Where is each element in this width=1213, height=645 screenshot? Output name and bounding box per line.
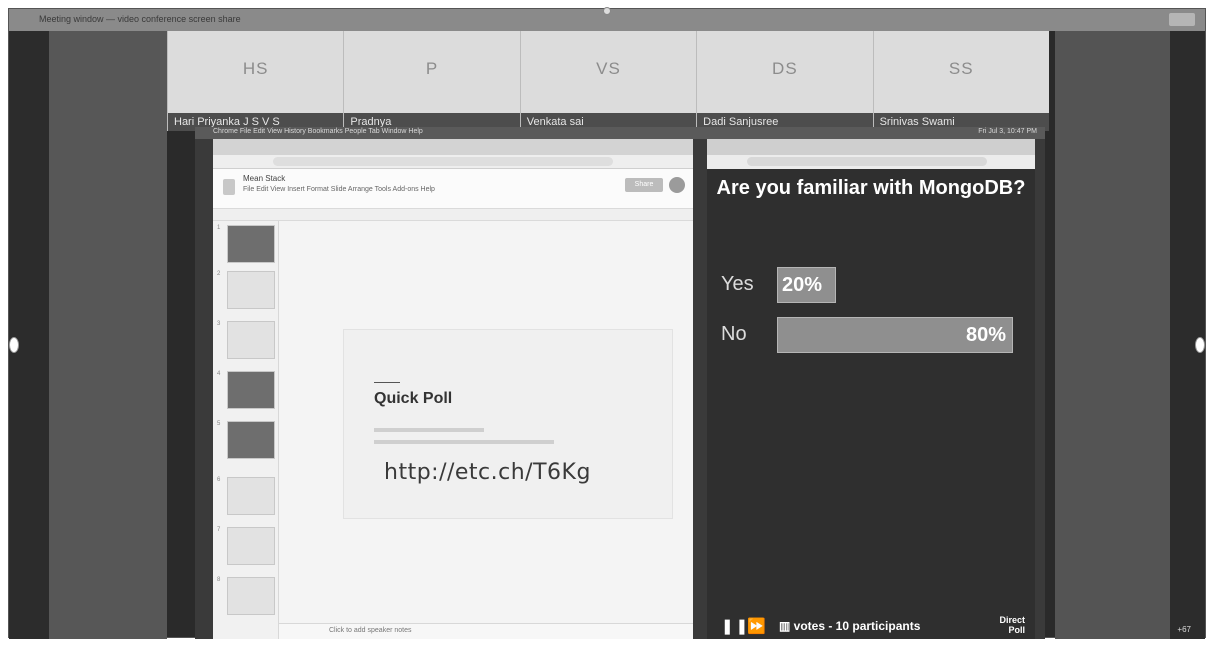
- slide-thumbnail[interactable]: [227, 225, 275, 263]
- poll-link[interactable]: http://etc.ch/T6Kg: [384, 460, 591, 485]
- participant-tile[interactable]: SS Srinivas Swami: [872, 31, 1049, 131]
- slide-number: 8: [217, 577, 221, 583]
- window-controls-button[interactable]: [1169, 13, 1195, 26]
- slide-thumbnail[interactable]: [227, 321, 275, 359]
- slides-browser-window: Mean Stack File Edit View Insert Format …: [213, 139, 693, 639]
- speaker-notes-placeholder: Click to add speaker notes: [329, 627, 412, 634]
- pause-icon[interactable]: ❚❚: [721, 617, 750, 635]
- camera-notch: [603, 7, 611, 15]
- votes-count: ▥ votes - 10 participants: [779, 619, 920, 633]
- slide-thumbnail[interactable]: [227, 527, 275, 565]
- address-bar[interactable]: [213, 155, 693, 169]
- slide-thumbnails: 1 2 3 4 5 6 7 8: [213, 221, 279, 639]
- slide-thumbnail[interactable]: [227, 477, 275, 515]
- browser-tabs[interactable]: [213, 139, 693, 155]
- url-field[interactable]: [273, 157, 613, 166]
- fast-forward-icon[interactable]: ⏩: [747, 617, 766, 635]
- overflow-participants-badge[interactable]: +67: [1177, 625, 1191, 634]
- slide-text-line: [374, 440, 554, 444]
- slide-number: 6: [217, 477, 221, 483]
- mac-menu-items: Chrome File Edit View History Bookmarks …: [213, 128, 423, 135]
- participant-initials: DS: [772, 59, 798, 78]
- participant-initials: P: [425, 59, 439, 78]
- mac-status-clock: Fri Jul 3, 10:47 PM: [978, 128, 1037, 135]
- poll-question: Are you familiar with MongoDB?: [716, 177, 1026, 199]
- speaker-notes[interactable]: Click to add speaker notes: [279, 623, 693, 639]
- slide-thumbnail[interactable]: [227, 271, 275, 309]
- mac-menu-bar: Chrome File Edit View History Bookmarks …: [195, 127, 1045, 139]
- avatar[interactable]: [669, 177, 685, 193]
- participant-initials: HS: [242, 59, 269, 78]
- poll-result-percent: 20%: [782, 274, 823, 296]
- poll-option-label: Yes: [721, 273, 754, 295]
- slide-thumbnail[interactable]: [227, 577, 275, 615]
- meeting-window: Meeting window — video conference screen…: [8, 7, 1206, 639]
- slide-title: Quick Poll: [374, 390, 453, 407]
- window-titlebar: Meeting window — video conference screen…: [9, 7, 1205, 31]
- poll-result-bar: 20%: [777, 267, 836, 303]
- directpoll-logo: Direct Poll: [999, 615, 1025, 635]
- doc-menu[interactable]: File Edit View Insert Format Slide Arran…: [243, 186, 435, 193]
- slide-number: 4: [217, 371, 221, 377]
- brand-line-2: Poll: [1008, 625, 1025, 635]
- slide-number: 1: [217, 225, 221, 231]
- slide-number: 5: [217, 421, 221, 427]
- poll-address-bar[interactable]: [707, 155, 1035, 169]
- title-rule: [374, 382, 400, 383]
- slide-number: 2: [217, 271, 221, 277]
- slide-text-line: [374, 428, 484, 432]
- poll-result-percent: 80%: [965, 324, 1006, 346]
- left-resize-handle[interactable]: [9, 337, 19, 353]
- participant-tile[interactable]: HS Hari Priyanka J S V S: [167, 31, 344, 131]
- slides-logo-icon[interactable]: [223, 179, 235, 195]
- brand-line-1: Direct: [999, 615, 1025, 625]
- doc-title[interactable]: Mean Stack: [243, 174, 285, 183]
- slide-canvas[interactable]: Quick Poll http://etc.ch/T6Kg: [343, 329, 673, 519]
- participant-strip: HS Hari Priyanka J S V S P Pradnya VS Ve…: [167, 31, 1049, 131]
- participant-tile[interactable]: P Pradnya: [343, 31, 520, 131]
- slide-number: 3: [217, 321, 221, 327]
- votes-text: votes - 10 participants: [793, 619, 921, 633]
- poll-result-bar: 80%: [777, 317, 1013, 353]
- shared-screen: Chrome File Edit View History Bookmarks …: [195, 127, 1045, 639]
- window-title: Meeting window — video conference screen…: [39, 14, 241, 24]
- poll-option-label: No: [721, 323, 747, 345]
- right-resize-handle[interactable]: [1195, 337, 1205, 353]
- share-button[interactable]: Share: [625, 178, 663, 192]
- participant-tile[interactable]: DS Dadi Sanjusree: [696, 31, 873, 131]
- left-margin: [9, 31, 167, 639]
- right-margin: [1055, 31, 1205, 639]
- chart-icon: ▥: [779, 619, 794, 633]
- poll-browser-tabs[interactable]: [707, 139, 1035, 155]
- poll-browser-window: Are you familiar with MongoDB? Yes 20% N…: [707, 139, 1035, 639]
- participant-initials: VS: [596, 59, 621, 78]
- poll-footer: ❚❚ ⏩ ▥ votes - 10 participants Direct Po…: [707, 611, 1035, 639]
- slide-number: 7: [217, 527, 221, 533]
- slides-toolbar[interactable]: [213, 209, 693, 221]
- slide-thumbnail[interactable]: [227, 421, 275, 459]
- poll-url-field[interactable]: [747, 157, 987, 166]
- slides-header: Mean Stack File Edit View Insert Format …: [213, 169, 693, 209]
- participant-initials: SS: [948, 59, 974, 78]
- slide-thumbnail[interactable]: [227, 371, 275, 409]
- participant-tile[interactable]: VS Venkata sai: [519, 31, 697, 131]
